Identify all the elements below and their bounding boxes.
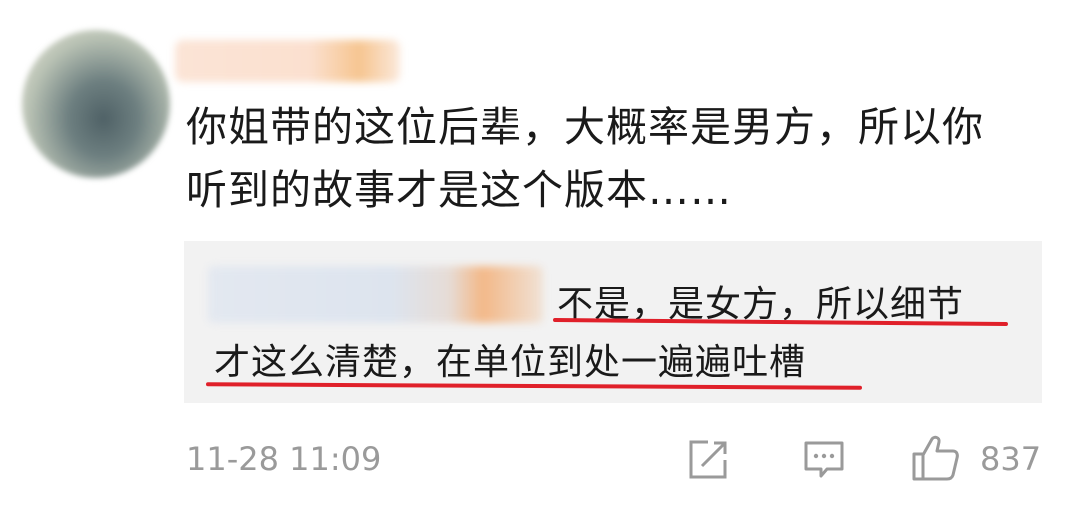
like-count: 837	[980, 440, 1042, 478]
comment-text-line2: 听到的故事才是这个版本……	[186, 166, 732, 214]
reply-box[interactable]: 不是，是女方，所以细节 才这么清楚，在单位到处一遍遍吐槽	[184, 241, 1042, 403]
reply-username-blurred[interactable]	[208, 266, 543, 323]
comment-text: 你姐带的这位后辈，大概率是男方，所以你 听到的故事才是这个版本……	[186, 96, 1066, 222]
share-button[interactable]	[686, 438, 730, 482]
comment-button[interactable]	[803, 439, 845, 481]
like-button[interactable]: 837	[910, 434, 1045, 482]
thumbs-up-icon	[910, 434, 960, 482]
share-icon	[686, 438, 730, 482]
comment-icon	[803, 439, 845, 481]
reply-text-line2: 才这么清楚，在单位到处一遍遍吐槽	[214, 342, 807, 383]
username-blurred[interactable]	[175, 40, 400, 82]
comment-text-line1: 你姐带的这位后辈，大概率是男方，所以你	[186, 103, 984, 151]
timestamp: 11-28 11:09	[186, 440, 382, 478]
avatar[interactable]	[22, 30, 170, 178]
